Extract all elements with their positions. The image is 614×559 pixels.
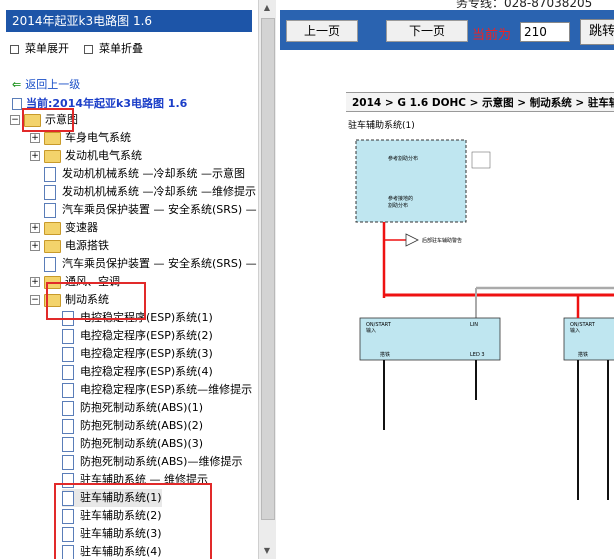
document-icon — [62, 364, 74, 380]
tree-node-power-ground[interactable]: + 电源搭铁 — [30, 237, 109, 255]
diode-icon — [405, 233, 419, 247]
tree-node-cooling-tips[interactable]: 发动机机械系统 —冷却系统 —维修提示 — [44, 183, 256, 201]
folder-icon — [44, 149, 61, 163]
folder-icon — [44, 131, 61, 145]
tree-node-label: 电控稳定程序(ESP)系统(3) — [80, 347, 213, 360]
block-label: 输入 — [366, 327, 376, 334]
tree-node-esp-2[interactable]: 电控稳定程序(ESP)系统(2) — [62, 327, 213, 345]
expand-toggle-icon[interactable]: + — [30, 241, 40, 251]
tree-node-engine-electrical[interactable]: + 发动机电气系统 — [30, 147, 142, 165]
tree-node-srs-2[interactable]: 汽车乘员保护装置 — 安全系统(SRS) — — [44, 255, 257, 273]
tree-node-label: 电控稳定程序(ESP)系统(4) — [80, 365, 213, 378]
annotation-box-parking — [54, 483, 212, 559]
panel-title: 2014年起亚k3电路图 1.6 — [6, 10, 252, 32]
warning-label: 后部驻车辅助警告 — [422, 237, 462, 244]
annotation-box-root — [22, 108, 74, 132]
folder-icon — [44, 239, 61, 253]
tree-node-srs-1[interactable]: 汽车乘员保护装置 — 安全系统(SRS) — — [44, 201, 257, 219]
current-page-label: 当前为 — [472, 28, 512, 43]
document-icon — [44, 202, 56, 218]
expand-toggle-icon[interactable]: + — [30, 277, 40, 287]
document-icon — [62, 400, 74, 416]
tree-node-label: 发动机电气系统 — [65, 149, 142, 162]
back-arrow-icon: ⇐ — [12, 78, 22, 91]
document-icon — [44, 166, 56, 182]
expand-icon — [10, 44, 19, 54]
document-icon — [62, 436, 74, 452]
box-label-1: 参考割助分布 — [388, 155, 418, 162]
document-icon — [62, 346, 74, 362]
page-number-input[interactable]: 210 — [520, 22, 570, 42]
annotation-box-brake — [46, 282, 146, 320]
tree-scrollbar[interactable]: ▲ ▼ — [258, 0, 276, 559]
menu-collapse-button[interactable]: 菜单折叠 — [84, 40, 143, 56]
tree-node-esp-tips[interactable]: 电控稳定程序(ESP)系统—维修提示 — [62, 381, 252, 399]
tree-node-abs-1[interactable]: 防抱死制动系统(ABS)(1) — [62, 399, 203, 417]
tree-node-label: 防抱死制动系统(ABS)—维修提示 — [80, 455, 243, 468]
block-label: 搭铁 — [380, 351, 390, 358]
collapse-toggle-icon[interactable]: − — [10, 115, 20, 125]
scrollbar-thumb[interactable] — [261, 18, 275, 520]
block-label: LIN — [470, 322, 478, 328]
expand-toggle-icon[interactable]: + — [30, 223, 40, 233]
fuse-box — [355, 139, 467, 223]
tree-node-label: 发动机机械系统 —冷却系统 —示意图 — [62, 167, 245, 180]
document-icon — [44, 256, 56, 272]
tree-node-label: 汽车乘员保护装置 — 安全系统(SRS) — — [62, 257, 257, 270]
menu-collapse-label: 菜单折叠 — [99, 42, 143, 55]
tree-node-abs-3[interactable]: 防抱死制动系统(ABS)(3) — [62, 435, 203, 453]
document-icon — [44, 184, 56, 200]
tree-node-label: 发动机机械系统 —冷却系统 —维修提示 — [62, 185, 256, 198]
tree-node-label: 电源搭铁 — [65, 239, 109, 252]
collapse-toggle-icon[interactable]: − — [30, 295, 40, 305]
document-icon — [62, 328, 74, 344]
scroll-up-icon[interactable]: ▲ — [261, 2, 273, 14]
tree-node-transmission[interactable]: + 变速器 — [30, 219, 98, 237]
tree-node-cooling-diagram[interactable]: 发动机机械系统 —冷却系统 —示意图 — [44, 165, 245, 183]
expand-toggle-icon[interactable]: + — [30, 151, 40, 161]
tree-node-label: 车身电气系统 — [65, 131, 131, 144]
document-icon — [62, 382, 74, 398]
collapse-icon — [84, 44, 93, 54]
tree-node-label: 防抱死制动系统(ABS)(3) — [80, 437, 204, 450]
next-page-button[interactable]: 下一页 — [386, 20, 468, 42]
tree-node-abs-2[interactable]: 防抱死制动系统(ABS)(2) — [62, 417, 203, 435]
block-label: 搭铁 — [578, 351, 588, 358]
tree-node-abs-tips[interactable]: 防抱死制动系统(ABS)—维修提示 — [62, 453, 242, 471]
back-label: 返回上一级 — [25, 78, 81, 91]
viewer-panel: 务专线：028-87038205 上一页 下一页 当前为 210 跳转 2014… — [276, 0, 614, 559]
wiring-diagram: 参考割助分布 参考接地的 割助分布 后部驻车辅助警告 ON/START 输入 L… — [355, 139, 614, 500]
block-label: LED 3 — [470, 352, 485, 358]
page-toolbar: 上一页 下一页 当前为 210 跳转 — [280, 10, 614, 50]
document-icon — [12, 98, 22, 110]
back-link[interactable]: ⇐ 返回上一级 — [12, 76, 80, 92]
tree-node-label: 防抱死制动系统(ABS)(2) — [80, 419, 204, 432]
breadcrumb: 2014 > G 1.6 DOHC > 示意图 > 制动系统 > 驻车辅助系 — [346, 92, 614, 112]
expand-toggle-icon[interactable]: + — [30, 133, 40, 143]
document-icon — [62, 454, 74, 470]
box-label-3: 割助分布 — [388, 202, 408, 209]
menu-expand-button[interactable]: 菜单展开 — [10, 40, 69, 56]
tree-node-label: 汽车乘员保护装置 — 安全系统(SRS) — — [62, 203, 257, 216]
jump-button[interactable]: 跳转 — [580, 19, 614, 45]
tree-node-label: 变速器 — [65, 221, 98, 234]
tree-node-label: 防抱死制动系统(ABS)(1) — [80, 401, 204, 414]
tree-panel: 2014年起亚k3电路图 1.6 菜单展开 菜单折叠 ⇐ 返回上一级 当前:201… — [0, 0, 258, 559]
tree-node-esp-3[interactable]: 电控稳定程序(ESP)系统(3) — [62, 345, 213, 363]
connector-label — [471, 151, 491, 169]
document-icon — [62, 418, 74, 434]
prev-page-button[interactable]: 上一页 — [286, 20, 358, 42]
tree-node-label: 电控稳定程序(ESP)系统(2) — [80, 329, 213, 342]
tree-node-label: 电控稳定程序(ESP)系统—维修提示 — [80, 383, 253, 396]
menu-expand-label: 菜单展开 — [25, 42, 69, 55]
tree-node-esp-4[interactable]: 电控稳定程序(ESP)系统(4) — [62, 363, 213, 381]
folder-icon — [44, 221, 61, 235]
box-label-2: 参考接地的 — [388, 195, 413, 202]
scroll-down-icon[interactable]: ▼ — [261, 545, 273, 557]
block-label: 输入 — [570, 327, 580, 334]
